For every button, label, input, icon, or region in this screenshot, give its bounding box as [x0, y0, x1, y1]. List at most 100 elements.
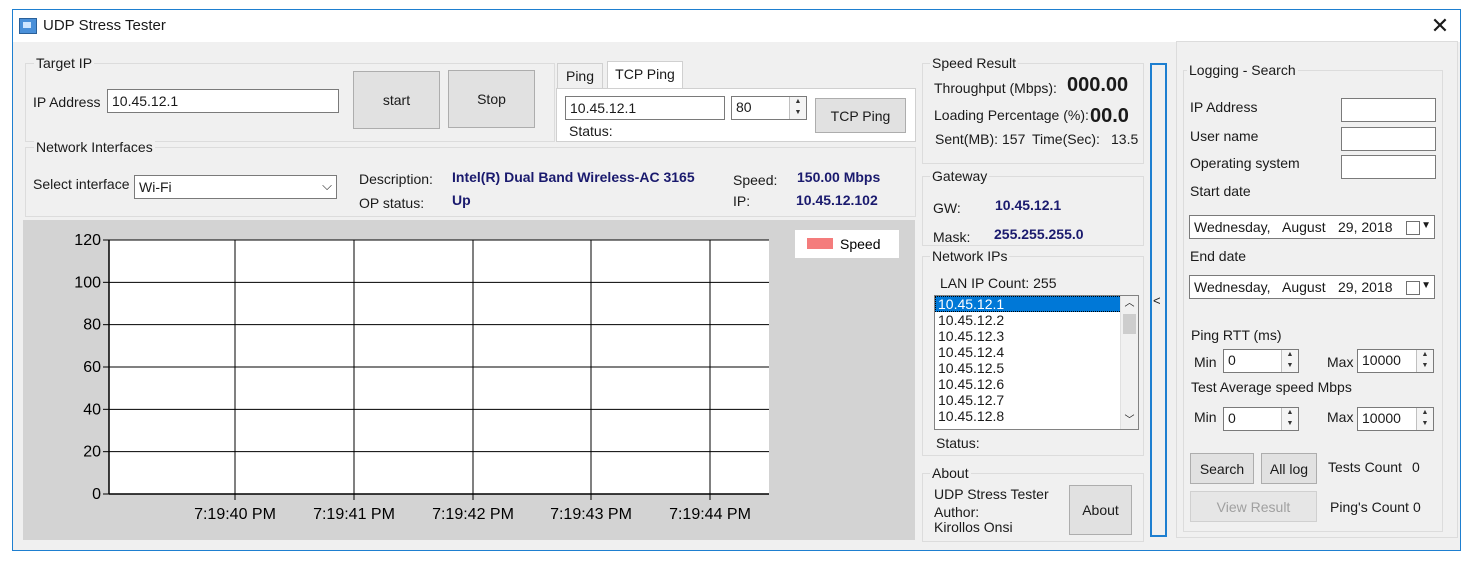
log-ip-address-label: IP Address [1190, 99, 1258, 115]
speed-min-value: 0 [1228, 410, 1236, 426]
legend-label-speed: Speed [840, 236, 880, 252]
about-author-name: Kirollos Onsi [934, 519, 1013, 535]
log-user-name-input[interactable] [1341, 127, 1436, 151]
network-ip-item[interactable]: 10.45.12.8 [935, 408, 1138, 424]
tcp-ping-port-stepper[interactable]: 80 ▲ ▼ [731, 96, 807, 120]
op-status-value: Up [452, 192, 471, 208]
speed-result-group-label: Speed Result [930, 55, 1019, 71]
about-group-label: About [930, 465, 971, 481]
x-tick-label: 7:19:43 PM [550, 506, 632, 523]
ip-address-input[interactable]: 10.45.12.1 [107, 89, 339, 113]
scroll-up-icon[interactable]: ︿ [1121, 296, 1138, 312]
y-tick-label: 80 [83, 317, 101, 334]
start-date-month: August [1282, 219, 1326, 235]
ping-min-spin-buttons[interactable]: ▲ ▼ [1281, 350, 1298, 372]
logging-search-group-label: Logging - Search [1187, 62, 1298, 78]
all-log-button[interactable]: All log [1261, 453, 1317, 484]
description-value: Intel(R) Dual Band Wireless-AC 3165 [452, 169, 695, 185]
select-interface-label: Select interface [33, 176, 130, 192]
op-status-label: OP status: [359, 195, 425, 211]
loading-percentage-label: Loading Percentage (%): [934, 107, 1089, 123]
x-tick-label: 7:19:40 PM [194, 506, 276, 523]
ping-rtt-label: Ping RTT (ms) [1191, 327, 1282, 343]
scroll-thumb[interactable] [1123, 314, 1136, 334]
end-date-label: End date [1190, 248, 1247, 264]
speed-max-stepper[interactable]: 10000 ▲ ▼ [1357, 407, 1434, 431]
chevron-down-icon: ⌵ [322, 178, 332, 193]
ping-max-value: 10000 [1362, 352, 1401, 368]
tcp-ping-button[interactable]: TCP Ping [815, 98, 906, 133]
search-button[interactable]: Search [1190, 453, 1254, 484]
log-ip-address-input[interactable] [1341, 98, 1436, 122]
about-button[interactable]: About [1069, 485, 1132, 535]
speed-chart-svg: 120 100 80 60 40 20 0 7:19:40 PM 7:19:41 PM 7:19:… [74, 230, 899, 523]
tests-count-label: Tests Count [1328, 459, 1402, 475]
gateway-gw-value: 10.45.12.1 [995, 197, 1062, 213]
network-ip-item[interactable]: 10.45.12.5 [935, 360, 1138, 376]
y-tick-label: 100 [74, 274, 101, 291]
ping-max-spin-buttons[interactable]: ▲ ▼ [1416, 350, 1433, 372]
speed-min-stepper[interactable]: 0 ▲ ▼ [1223, 407, 1299, 431]
x-tick-label: 7:19:42 PM [432, 506, 514, 523]
start-date-picker[interactable]: Wednesday, August 29, 2018 ▼ [1189, 215, 1435, 239]
dropdown-arrow-icon: ▼ [1421, 220, 1431, 231]
ping-min-stepper[interactable]: 0 ▲ ▼ [1223, 349, 1299, 373]
throughput-value: 000.00 [1067, 74, 1129, 96]
interface-select[interactable]: Wi-Fi ⌵ [134, 175, 337, 199]
tcp-ping-status-label: Status: [569, 123, 613, 139]
x-tick-label: 7:19:41 PM [313, 506, 395, 523]
speed-max-spin-buttons[interactable]: ▲ ▼ [1416, 408, 1433, 430]
about-app-name: UDP Stress Tester [934, 486, 1049, 502]
ping-min-label: Min [1194, 354, 1217, 370]
network-ip-item[interactable]: 10.45.12.4 [935, 344, 1138, 360]
tab-tcp-ping[interactable]: TCP Ping [607, 61, 683, 89]
speed-max-value: 10000 [1362, 410, 1401, 426]
speed-value: 150.00 Mbps [797, 169, 881, 185]
window-title: UDP Stress Tester [43, 17, 166, 34]
y-tick-label: 60 [83, 359, 101, 376]
log-os-input[interactable] [1341, 155, 1436, 179]
gateway-mask-label: Mask: [933, 229, 971, 245]
ping-max-stepper[interactable]: 10000 ▲ ▼ [1357, 349, 1434, 373]
description-label: Description: [359, 171, 433, 187]
app-icon [19, 18, 37, 34]
network-ips-items: 10.45.12.1 10.45.12.2 10.45.12.3 10.45.12.4… [935, 296, 1138, 424]
stop-button[interactable]: Stop [448, 70, 535, 128]
network-ip-item[interactable]: 10.45.12.3 [935, 328, 1138, 344]
tests-count-value: 0 [1412, 459, 1420, 475]
end-date-weekday: Wednesday, [1194, 279, 1271, 295]
port-value: 80 [736, 99, 752, 115]
loading-percentage-value: 00.0 [1090, 105, 1129, 127]
pings-count-label: Ping's Count [1330, 499, 1409, 515]
network-ips-scrollbar[interactable]: ︿ ﹀ [1120, 296, 1138, 429]
y-tick-label: 0 [92, 486, 101, 503]
y-tick-label: 120 [74, 232, 101, 249]
start-date-weekday: Wednesday, [1194, 219, 1271, 235]
speed-max-label: Max [1327, 409, 1354, 425]
ping-max-label: Max [1327, 354, 1354, 370]
network-ip-item[interactable]: 10.45.12.2 [935, 312, 1138, 328]
network-ip-item[interactable]: 10.45.12.6 [935, 376, 1138, 392]
port-spin-buttons[interactable]: ▲ ▼ [789, 97, 806, 119]
network-ips-list[interactable]: 10.45.12.1 10.45.12.2 10.45.12.3 10.45.12.4… [934, 295, 1139, 430]
y-tick-label: 40 [83, 401, 101, 418]
collapse-panel-button[interactable]: < [1150, 63, 1167, 537]
ping-min-value: 0 [1228, 352, 1236, 368]
lan-ip-count-label: LAN IP Count: 255 [940, 275, 1057, 291]
network-ip-item[interactable]: 10.45.12.7 [935, 392, 1138, 408]
network-ip-item[interactable]: 10.45.12.1 [935, 296, 1138, 312]
sent-mb-value: 157 [1002, 131, 1026, 147]
interface-ip-label: IP: [733, 193, 751, 209]
tcp-ping-host-input[interactable]: 10.45.12.1 [565, 96, 725, 120]
title-bar: UDP Stress Tester ✕ [13, 10, 1460, 42]
close-button[interactable]: ✕ [1425, 12, 1455, 40]
start-button[interactable]: start [353, 71, 440, 129]
gateway-mask-value: 255.255.255.0 [994, 226, 1084, 242]
start-date-day-year: 29, 2018 [1338, 219, 1393, 235]
time-sec-label: Time(Sec): [1032, 131, 1100, 147]
speed-min-spin-buttons[interactable]: ▲ ▼ [1281, 408, 1298, 430]
scroll-down-icon[interactable]: ﹀ [1121, 413, 1138, 429]
tab-ping[interactable]: Ping [557, 63, 603, 89]
end-date-picker[interactable]: Wednesday, August 29, 2018 ▼ [1189, 275, 1435, 299]
view-result-button[interactable]: View Result [1190, 491, 1317, 522]
